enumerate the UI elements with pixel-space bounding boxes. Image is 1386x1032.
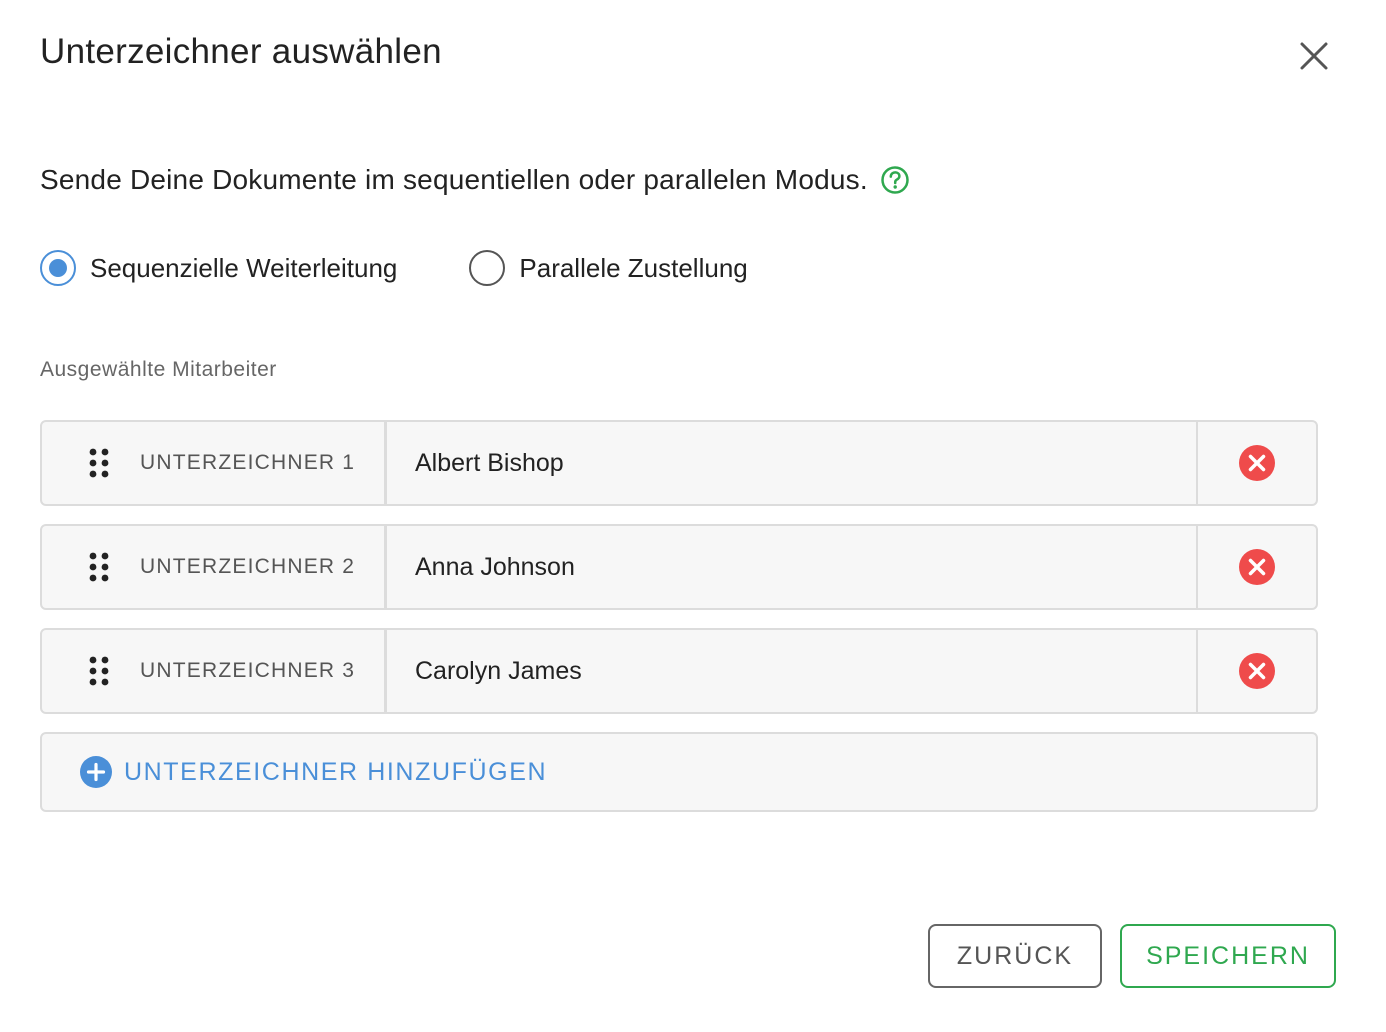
remove-signer-button[interactable]: [1198, 630, 1316, 712]
save-button[interactable]: SPEICHERN: [1120, 924, 1336, 988]
add-signer-button[interactable]: UNTERZEICHNER HINZUFÜGEN: [40, 732, 1318, 812]
signer-row: UNTERZEICHNER 2 Anna Johnson: [40, 524, 1318, 610]
radio-button-parallel[interactable]: [469, 250, 506, 286]
radio-label-sequential: Sequenzielle Weiterleitung: [90, 252, 398, 283]
close-icon: [1300, 42, 1328, 70]
back-button[interactable]: ZURÜCK: [928, 924, 1102, 988]
radio-label-parallel: Parallele Zustellung: [519, 252, 748, 283]
signer-row: UNTERZEICHNER 3 Carolyn James: [40, 628, 1318, 714]
remove-circle-icon: [1239, 549, 1275, 585]
signer-list: UNTERZEICHNER 1 Albert Bishop UNTERZEICH…: [40, 420, 1318, 812]
select-signers-dialog: Unterzeichner auswählen Sende Deine Doku…: [0, 0, 1386, 1032]
drag-handle-icon[interactable]: [88, 447, 110, 479]
signer-order-label: UNTERZEICHNER 1: [140, 451, 356, 474]
remove-circle-icon: [1239, 445, 1275, 481]
signer-row: UNTERZEICHNER 1 Albert Bishop: [40, 420, 1318, 506]
question-circle-icon: [881, 166, 909, 194]
signer-order-cell: UNTERZEICHNER 2: [42, 526, 387, 608]
help-button[interactable]: [880, 165, 910, 195]
remove-circle-icon: [1239, 653, 1275, 689]
signer-name: Anna Johnson: [387, 526, 1198, 608]
drag-handle-icon[interactable]: [88, 551, 110, 583]
signer-name: Albert Bishop: [387, 422, 1198, 504]
drag-handle-icon[interactable]: [88, 655, 110, 687]
mode-description: Sende Deine Dokumente im sequentiellen o…: [40, 164, 910, 196]
signer-order-label: UNTERZEICHNER 3: [140, 659, 356, 682]
signer-order-label: UNTERZEICHNER 2: [140, 555, 356, 578]
plus-circle-icon: [80, 756, 112, 788]
selected-employees-label: Ausgewählte Mitarbeiter: [40, 358, 277, 381]
radio-button-sequential[interactable]: [40, 250, 76, 286]
signer-order-cell: UNTERZEICHNER 1: [42, 422, 387, 504]
signer-name: Carolyn James: [387, 630, 1198, 712]
mode-description-text: Sende Deine Dokumente im sequentiellen o…: [40, 164, 868, 195]
add-signer-label: UNTERZEICHNER HINZUFÜGEN: [124, 757, 548, 786]
remove-signer-button[interactable]: [1198, 422, 1316, 504]
delivery-mode-radio-group: Sequenzielle Weiterleitung Parallele Zus…: [40, 250, 748, 286]
radio-option-sequential[interactable]: Sequenzielle Weiterleitung: [40, 250, 397, 286]
close-button[interactable]: [1294, 36, 1334, 76]
radio-option-parallel[interactable]: Parallele Zustellung: [469, 250, 748, 286]
dialog-title: Unterzeichner auswählen: [40, 32, 442, 71]
remove-signer-button[interactable]: [1198, 526, 1316, 608]
signer-order-cell: UNTERZEICHNER 3: [42, 630, 387, 712]
